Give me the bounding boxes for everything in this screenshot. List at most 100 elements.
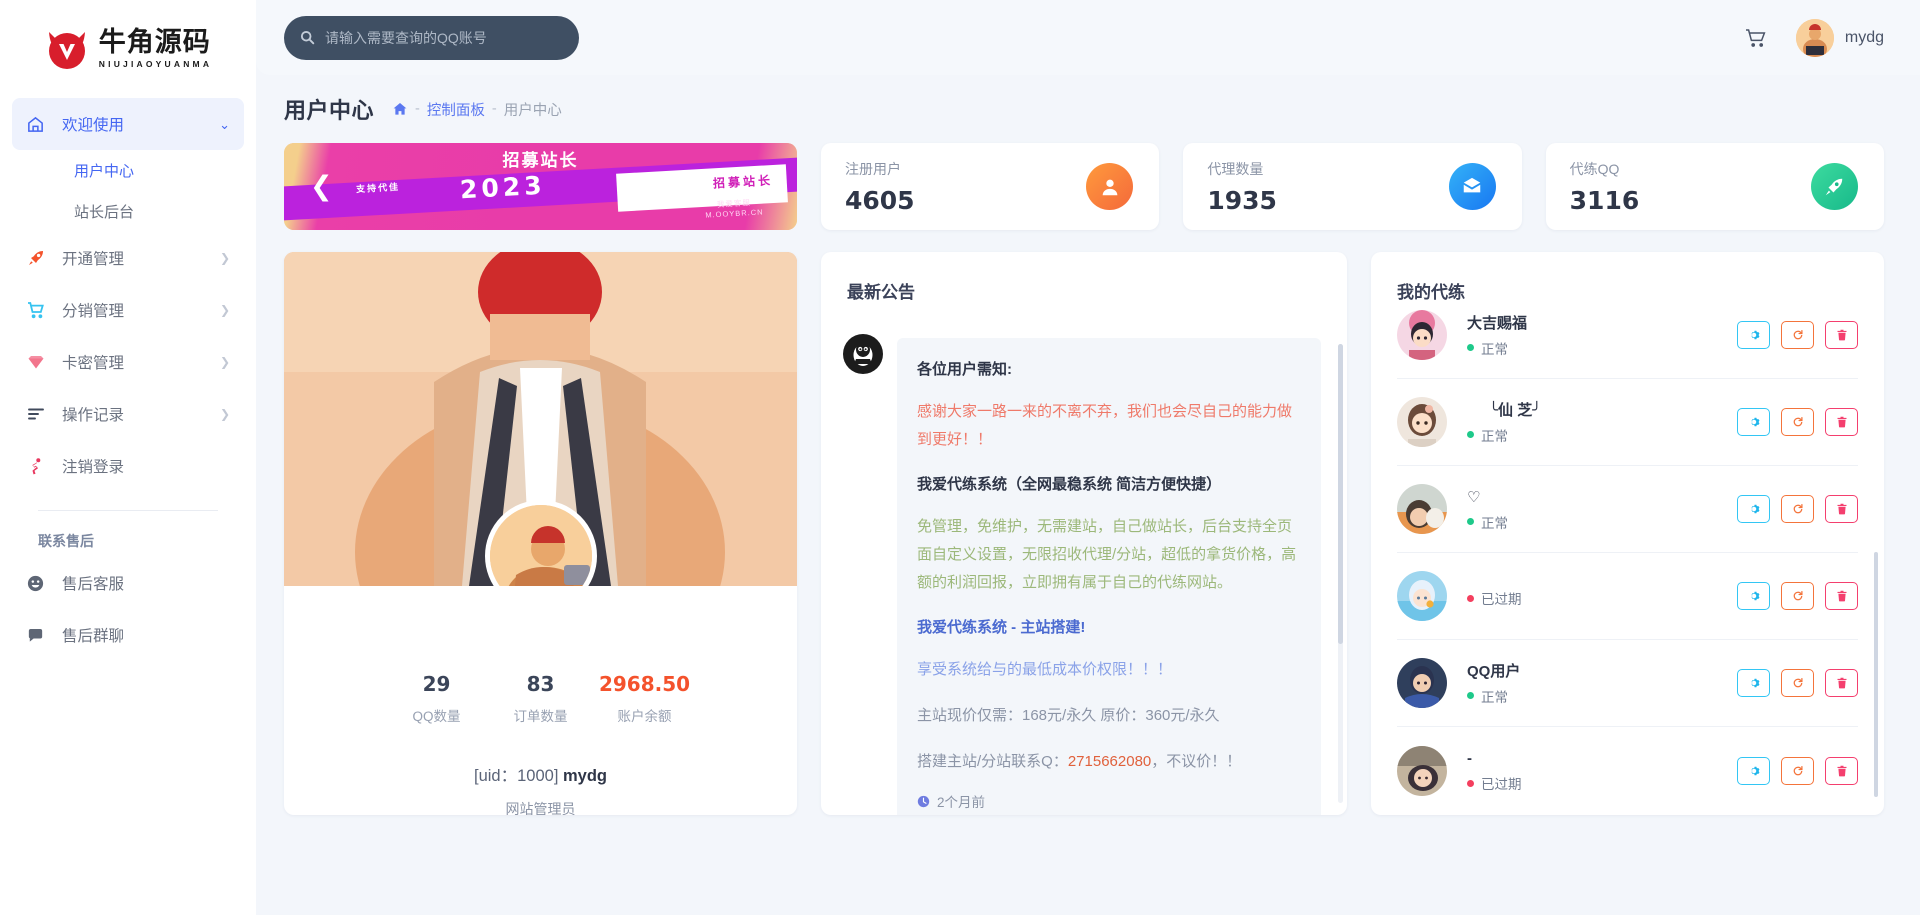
avatar — [1397, 397, 1447, 447]
status-label: 正常 — [1481, 428, 1508, 444]
banner-url: 我爱客服 M.OOYBR.CN — [704, 197, 764, 220]
notice-line: 各位用户需知: — [917, 361, 1012, 378]
list-icon — [26, 404, 52, 424]
notice-scrollbar[interactable] — [1338, 344, 1343, 803]
sidebar-item-label: 欢迎使用 — [62, 117, 125, 134]
sidebar-item-support-group[interactable]: 售后群聊 — [12, 609, 244, 661]
sidebar-item-label: 售后群聊 — [62, 628, 125, 645]
breadcrumb: - 控制面板 - 用户中心 — [392, 99, 562, 120]
topbar-right: mydg — [1744, 18, 1884, 57]
notice-line-contact: 搭建主站/分站联系Q：2715662080，不议价！！ — [917, 748, 1301, 776]
profile-stat-value: 29 — [422, 672, 451, 696]
table-row[interactable]: QQ用户 正常 — [1397, 640, 1858, 727]
gear-icon[interactable] — [1737, 669, 1770, 697]
qq-penguin-icon — [843, 334, 883, 374]
sidebar-item-label: 开通管理 — [62, 251, 125, 268]
gear-icon[interactable] — [1737, 582, 1770, 610]
agents-list[interactable]: 大吉赐福 正常 ╰仙 芝╯ 正常 ♡ 正常 已过期 QQ用户 正常 - 已过期 — [1371, 292, 1884, 815]
agents-card: 我的代练 大吉赐福 正常 ╰仙 芝╯ 正常 ♡ 正常 已过期 QQ用户 正常 -… — [1371, 252, 1884, 815]
table-row[interactable]: ╰仙 芝╯ 正常 — [1397, 379, 1858, 466]
promo-banner[interactable]: ❮ ❯ 招募站长 支持代佳 2023 招募站长 我爱客服 M.OOYBR.CN — [284, 143, 797, 230]
row-actions — [1737, 321, 1858, 349]
page-title: 用户中心 — [284, 98, 375, 123]
chevron-right-icon[interactable]: ❯ — [220, 304, 230, 316]
search-input[interactable]: 请输入需要查询的QQ账号 — [284, 15, 579, 60]
gear-icon[interactable] — [1737, 495, 1770, 523]
summary-row: ❮ ❯ 招募站长 支持代佳 2023 招募站长 我爱客服 M.OOYBR.CN … — [284, 143, 1884, 230]
table-row[interactable]: 已过期 — [1397, 553, 1858, 640]
page-head: 用户中心 - 控制面板 - 用户中心 — [284, 75, 1884, 143]
profile-stat-order-count: 83 订单数量 — [489, 672, 593, 725]
chevron-right-icon[interactable]: ❯ — [220, 356, 230, 368]
agent-name: - — [1467, 750, 1472, 767]
table-row[interactable]: ♡ 正常 — [1397, 466, 1858, 553]
chevron-right-icon[interactable]: ❯ — [220, 408, 230, 420]
notice-scroll-area[interactable]: 各位用户需知: 感谢大家一路一来的不离不弃，我们也会尽自己的能力做到更好！！ 我… — [821, 314, 1347, 815]
uid-value: 1000 — [517, 767, 554, 785]
brand-name-cn: 牛角源码 — [98, 27, 211, 59]
trash-icon[interactable] — [1825, 669, 1858, 697]
stat-value: 3116 — [1569, 185, 1640, 215]
notice-time: 2个月前 — [917, 791, 1301, 811]
gear-icon[interactable] — [1737, 756, 1770, 785]
notice-contact-label: 搭建主站/分站联系Q： — [917, 752, 1068, 770]
refresh-icon[interactable] — [1781, 756, 1814, 785]
app-root: 牛角源码 NIUJIAOYUANMA 欢迎使用 ⌄ 用户中心 站长后台 开通管理… — [0, 0, 1920, 915]
clock-icon — [917, 795, 930, 808]
brand-logo[interactable]: 牛角源码 NIUJIAOYUANMA — [0, 0, 256, 92]
detail-row: 29 QQ数量 83 订单数量 2968.50 账户余额 [uid：1000] … — [284, 252, 1884, 815]
user-menu[interactable]: mydg — [1795, 18, 1884, 57]
sidebar-item-welcome[interactable]: 欢迎使用 ⌄ — [12, 98, 244, 150]
refresh-icon[interactable] — [1781, 669, 1814, 697]
sidebar-item-distribution[interactable]: 分销管理 ❯ — [12, 284, 244, 336]
stat-card-registered-users: 注册用户 4605 — [821, 143, 1160, 230]
stat-label: 代理数量 — [1207, 160, 1264, 177]
breadcrumb-link-dashboard[interactable]: 控制面板 — [427, 99, 485, 120]
trash-icon[interactable] — [1825, 321, 1858, 349]
cart-icon — [26, 300, 52, 320]
trash-icon[interactable] — [1825, 408, 1858, 436]
sidebar-item-support-service[interactable]: 售后客服 — [12, 557, 244, 609]
home-icon[interactable] — [392, 101, 408, 117]
notice-scrollbar-thumb[interactable] — [1338, 344, 1343, 644]
gear-icon[interactable] — [1737, 321, 1770, 349]
main-area: 请输入需要查询的QQ账号 mydg 用户中心 - 控制面板 - 用户中心 ❮ ❯… — [256, 0, 1920, 915]
username-label: mydg — [1844, 28, 1884, 46]
stat-value: 4605 — [845, 185, 915, 215]
sidebar-item-card-keys[interactable]: 卡密管理 ❯ — [12, 336, 244, 388]
stat-value: 1935 — [1207, 185, 1277, 215]
trash-icon[interactable] — [1825, 582, 1858, 610]
sidebar-subitem-label: 用户中心 — [74, 163, 135, 180]
notice-line: 感谢大家一路一来的不离不弃，我们也会尽自己的能力做到更好！！ — [917, 402, 1293, 448]
gear-icon[interactable] — [1737, 408, 1770, 436]
chevron-left-icon: ❮ — [310, 171, 333, 201]
notice-line: 享受系统给与的最低成本价权限！！！ — [917, 661, 1173, 678]
status-dot-icon — [1467, 594, 1474, 602]
table-row[interactable]: 大吉赐福 正常 — [1397, 292, 1858, 379]
table-row[interactable]: - 已过期 — [1397, 727, 1858, 814]
runner-icon — [26, 456, 52, 476]
agents-scrollbar-thumb[interactable] — [1874, 552, 1878, 797]
refresh-icon[interactable] — [1781, 408, 1814, 436]
refresh-icon[interactable] — [1781, 495, 1814, 523]
status-label: 已过期 — [1481, 777, 1522, 792]
profile-stats: 29 QQ数量 83 订单数量 2968.50 账户余额 — [284, 672, 797, 725]
refresh-icon[interactable] — [1781, 321, 1814, 349]
sidebar-item-operation-logs[interactable]: 操作记录 ❯ — [12, 388, 244, 440]
chevron-right-icon[interactable]: ❯ — [220, 252, 230, 264]
cart-icon[interactable] — [1744, 26, 1768, 50]
search-placeholder: 请输入需要查询的QQ账号 — [325, 29, 487, 46]
sidebar-item-logout[interactable]: 注销登录 — [12, 440, 244, 492]
sidebar-subitem-user-center[interactable]: 用户中心 — [12, 150, 244, 191]
trash-icon[interactable] — [1825, 756, 1858, 785]
avatar — [1397, 484, 1447, 534]
chevron-down-icon[interactable]: ⌄ — [219, 118, 230, 131]
sidebar-item-activation[interactable]: 开通管理 ❯ — [12, 232, 244, 284]
search-icon — [300, 30, 315, 45]
chat-icon — [26, 626, 52, 645]
refresh-icon[interactable] — [1781, 582, 1814, 610]
trash-icon[interactable] — [1825, 495, 1858, 523]
stat-label: 代练QQ — [1569, 160, 1620, 177]
logo-icon — [44, 26, 90, 72]
sidebar-subitem-admin-backend[interactable]: 站长后台 — [12, 191, 244, 232]
